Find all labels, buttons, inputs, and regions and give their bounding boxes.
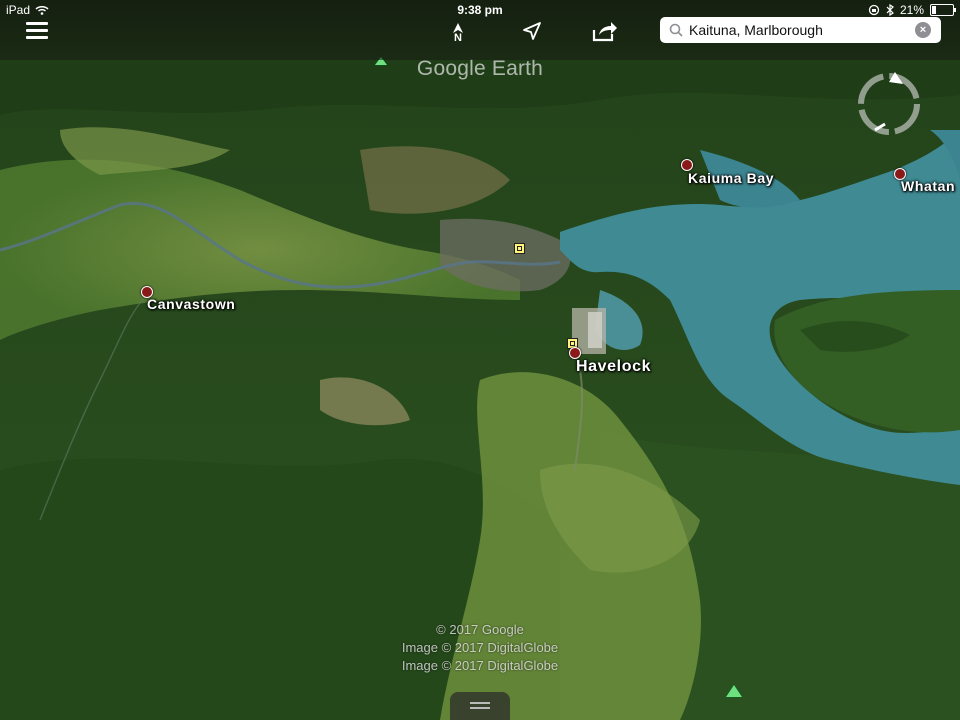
bottom-drawer-handle[interactable] (450, 692, 510, 720)
battery-percent: 21% (899, 3, 924, 17)
hamburger-menu-icon (26, 22, 48, 39)
havelock-marina (588, 312, 602, 348)
place-label-whatan[interactable]: Whatan (901, 178, 955, 194)
search-input[interactable] (687, 22, 911, 38)
north-label: N (454, 31, 462, 44)
poi-marker-icon[interactable] (514, 243, 525, 254)
place-label-havelock[interactable]: Havelock (576, 358, 651, 376)
google-earth-watermark: Google Earth (416, 57, 544, 80)
satellite-map[interactable] (0, 0, 960, 720)
credit-line: Image © 2017 DigitalGlobe (401, 640, 559, 655)
handle-grip-line (470, 702, 490, 704)
north-arrow-icon (453, 22, 463, 33)
north-button[interactable]: N (445, 20, 471, 46)
imagery-credits: © 2017 Google Image © 2017 DigitalGlobe … (360, 621, 600, 675)
status-time: 9:38 pm (457, 3, 503, 17)
credit-line: © 2017 Google (436, 622, 524, 637)
battery-icon (930, 4, 956, 16)
status-right: 21% (868, 3, 956, 17)
menu-button[interactable] (22, 18, 52, 42)
status-bar: iPad 9:38 pm 21% (0, 0, 960, 20)
battery-level (932, 6, 936, 14)
location-arrow-icon (523, 22, 541, 40)
share-icon (592, 22, 617, 42)
compass-icon[interactable] (855, 70, 923, 138)
search-bar[interactable]: × (660, 17, 941, 43)
place-label-kaiuma-bay[interactable]: Kaiuma Bay (688, 170, 774, 186)
credit-line: Image © 2017 DigitalGlobe (401, 658, 559, 673)
mountain-peak-icon[interactable] (726, 685, 742, 697)
bluetooth-icon (886, 4, 894, 16)
handle-grip-line (470, 707, 490, 709)
place-label-canvastown[interactable]: Canvastown (147, 296, 235, 312)
share-button[interactable] (590, 17, 620, 45)
search-icon (665, 19, 687, 41)
my-location-button[interactable] (519, 18, 545, 44)
rotation-lock-icon (868, 4, 880, 16)
clear-icon[interactable]: × (915, 22, 931, 38)
